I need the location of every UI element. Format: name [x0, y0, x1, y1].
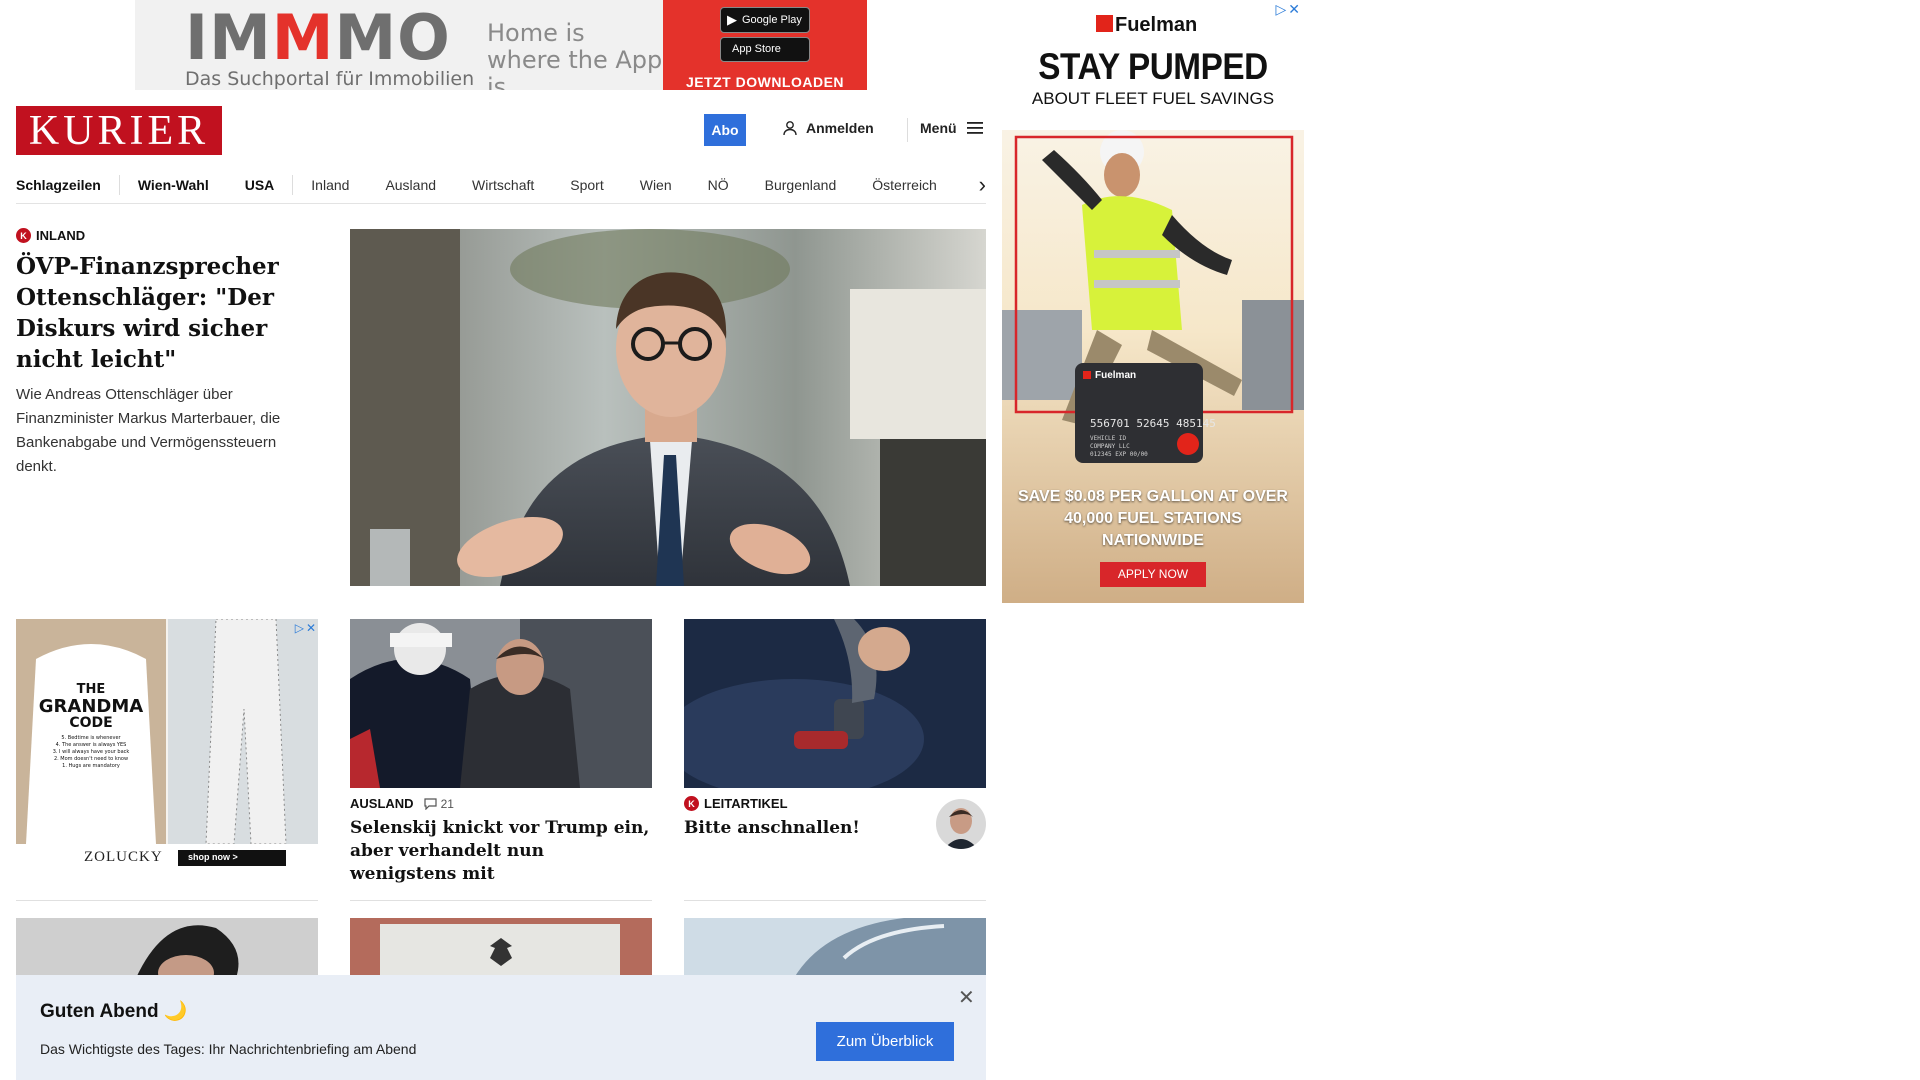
article-headline[interactable]: Selenskij knickt vor Trump ein, aber ver…: [350, 817, 652, 886]
abo-button[interactable]: Abo: [704, 114, 746, 146]
nav-item-inland[interactable]: Inland: [293, 177, 367, 193]
nav-item-wien-wahl[interactable]: Wien-Wahl: [120, 177, 227, 193]
comment-icon: [423, 797, 437, 810]
apply-now-button[interactable]: APPLY NOW: [1100, 567, 1206, 581]
hamburger-icon: [966, 122, 983, 134]
article-image[interactable]: [16, 918, 318, 978]
fuelman-ad[interactable]: Fuelman STAY PUMPED ABOUT FLEET FUEL SAV…: [1002, 0, 1304, 603]
zolucky-brand: ZOLUCKY: [84, 849, 163, 865]
immmo-brand: IMMMO: [185, 1, 451, 74]
card-details: VEHICLE ID COMPANY LLC 012345 EXP 00/00: [1090, 435, 1148, 459]
fuelman-offer: SAVE $0.08 PER GALLON AT OVER 40,000 FUE…: [1018, 488, 1288, 549]
top-banner-ad[interactable]: IMMMO Das Suchportal für Immobilien Home…: [135, 0, 867, 90]
card-line: VEHICLE ID: [1090, 435, 1127, 442]
lead-headline[interactable]: ÖVP-Finanzsprecher Ottenschläger: "Der D…: [16, 251, 316, 375]
google-play-icon: ▶: [727, 11, 737, 27]
ad-headline-3: CODE: [69, 715, 113, 731]
login-label: Anmelden: [806, 120, 874, 136]
nav-item-wirtschaft[interactable]: Wirtschaft: [454, 177, 552, 193]
briefing-title: Guten Abend 🌙: [40, 1001, 188, 1022]
article-image[interactable]: [684, 918, 986, 978]
ad-rule: 2. Mom doesn't need to know: [53, 756, 129, 762]
card-brand: Fuelman: [1095, 370, 1137, 381]
article-kicker: AUSLAND: [350, 796, 414, 811]
briefing-banner: Guten Abend 🌙 Das Wichtigste des Tages: …: [16, 975, 986, 1080]
immmo-cta-panel[interactable]: ▶ Google Play App Store JETZT DOWNLOADEN: [663, 0, 867, 90]
zolucky-ad[interactable]: THE GRANDMA CODE 5. Bedtime is whenever …: [16, 619, 318, 871]
article-kicker: K LEITARTIKEL: [684, 796, 788, 811]
comment-count[interactable]: 21: [423, 796, 454, 811]
nav-item-schlagzeilen[interactable]: Schlagzeilen: [16, 177, 119, 193]
menu-button[interactable]: Menü: [920, 120, 983, 136]
lead-kicker: K INLAND: [16, 228, 316, 243]
ad-headline-2: GRANDMA: [38, 696, 144, 717]
ad-rule: 5. Bedtime is whenever: [61, 735, 121, 741]
nav-item-noe[interactable]: NÖ: [690, 177, 747, 193]
close-icon[interactable]: ✕: [958, 985, 975, 1010]
menu-label: Menü: [920, 120, 957, 136]
header-divider: [907, 118, 908, 142]
app-store-button[interactable]: App Store: [720, 36, 810, 62]
nav-item-ausland[interactable]: Ausland: [367, 177, 454, 193]
briefing-overview-button[interactable]: Zum Überblick: [816, 1022, 954, 1061]
author-avatar: [936, 799, 986, 849]
fuelman-subhead: ABOUT FLEET FUEL SAVINGS: [1031, 89, 1275, 108]
nav-item-burgenland[interactable]: Burgenland: [747, 177, 855, 193]
article-card[interactable]: AUSLAND 21 Selenskij knickt vor Trump ei…: [350, 619, 652, 886]
immmo-tagline: Das Suchportal für Immobilien: [185, 68, 475, 90]
article-image[interactable]: [350, 619, 652, 788]
ad-choices-icon[interactable]: ▷ ✕: [1275, 1, 1300, 18]
grandma-code-text: THE GRANDMA CODE 5. Bedtime is whenever …: [36, 681, 146, 770]
ad-rule: 4. The answer is always YES: [55, 742, 127, 748]
app-store-label: App Store: [732, 43, 781, 56]
card-line: COMPANY LLC: [1090, 443, 1130, 450]
immmo-slogan: Home is where the App is.: [487, 19, 663, 91]
kurier-plus-icon: K: [684, 796, 699, 811]
google-play-label: Google Play: [742, 13, 802, 26]
ad-rule: 1. Hugs are mandatory: [62, 763, 120, 769]
comment-count-value: 21: [440, 796, 454, 811]
fuelman-headline: STAY PUMPED: [1038, 46, 1268, 87]
kurier-logo[interactable]: KURIER: [16, 106, 222, 155]
nav-item-wien[interactable]: Wien: [622, 177, 690, 193]
user-icon: [783, 121, 797, 136]
article-meta: AUSLAND 21: [350, 796, 652, 811]
article-image[interactable]: [684, 619, 986, 788]
zolucky-cta[interactable]: shop now >: [188, 852, 238, 862]
immmo-logo: IMMMO Das Suchportal für Immobilien: [135, 0, 475, 91]
lead-image[interactable]: [350, 229, 986, 586]
section-nav: Schlagzeilen Wien-Wahl USA Inland Auslan…: [16, 166, 986, 204]
ad-choices-icon[interactable]: ▷ ✕: [295, 621, 316, 635]
divider: [684, 900, 986, 901]
divider: [16, 900, 318, 901]
lead-kicker-label: INLAND: [36, 228, 86, 243]
nav-item-oesterreich[interactable]: Österreich: [854, 177, 955, 193]
divider: [350, 900, 652, 901]
briefing-text: Das Wichtigste des Tages: Ihr Nachrichte…: [40, 1041, 417, 1057]
kurier-plus-icon: K: [16, 228, 31, 243]
fuelman-brand: Fuelman: [1115, 14, 1198, 36]
nav-item-usa[interactable]: USA: [227, 177, 293, 193]
download-cta[interactable]: JETZT DOWNLOADEN: [686, 74, 844, 90]
lead-teaser: Wie Andreas Ottenschläger über Finanzmin…: [16, 386, 281, 475]
chevron-right-icon[interactable]: ›: [969, 172, 986, 198]
article-kicker-label: LEITARTIKEL: [704, 796, 788, 811]
article-image[interactable]: [350, 918, 652, 978]
article-card[interactable]: K LEITARTIKEL Bitte anschnallen!: [684, 619, 986, 849]
lead-story[interactable]: K INLAND ÖVP-Finanzsprecher Ottenschläge…: [16, 228, 316, 479]
card-line: 012345 EXP 00/00: [1090, 451, 1148, 458]
login-link[interactable]: Anmelden: [782, 120, 874, 136]
google-play-button[interactable]: ▶ Google Play: [720, 7, 810, 33]
ad-rule: 3. I will always have your back: [52, 749, 130, 755]
nav-item-sport[interactable]: Sport: [552, 177, 621, 193]
card-number: 556701 52645 485145: [1090, 417, 1216, 430]
